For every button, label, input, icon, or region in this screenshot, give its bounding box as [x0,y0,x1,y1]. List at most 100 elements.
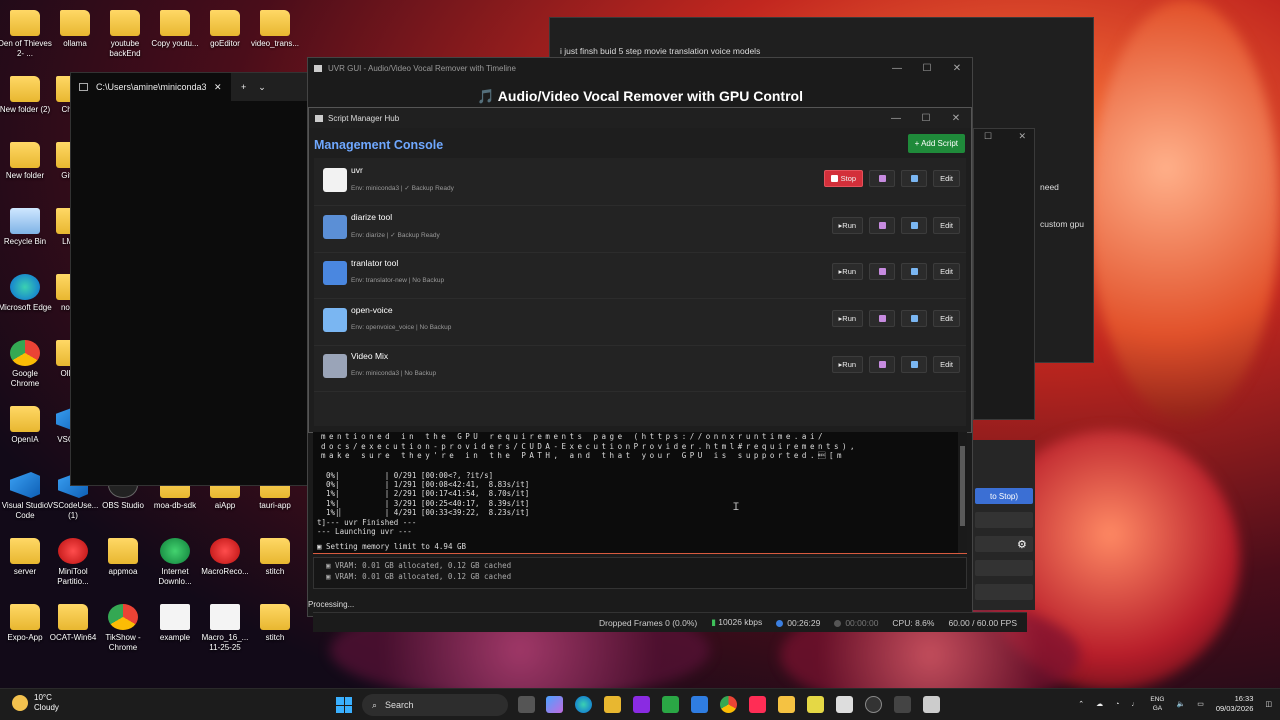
desktop-icon[interactable]: MiniTool Partitio... [45,538,101,587]
stop-recording-button[interactable]: to Stop) [975,488,1033,504]
restore-button[interactable] [901,216,928,234]
obs-icon[interactable] [865,696,882,713]
window-app-icon[interactable] [923,696,940,713]
close-icon[interactable]: ✕ [214,82,222,93]
edit-button[interactable]: Edit [933,216,960,234]
edit-button[interactable]: Edit [933,170,960,187]
desktop-icon[interactable]: goEditor [197,10,253,49]
xbox-icon[interactable] [662,696,679,713]
maximize-button[interactable]: ☐ [912,58,942,78]
obs-control-button[interactable] [975,560,1033,576]
recording-time: 00:26:29 [776,618,820,628]
edge-icon[interactable] [575,696,592,713]
close-button[interactable]: ✕ [942,58,972,78]
maximize-button[interactable]: ☐ [911,108,941,128]
terminal-window[interactable]: C:\Users\amine\miniconda3\ ✕ + ⌄ [70,72,310,486]
console-output[interactable]: mentioned in the GPU requirements page (… [313,432,967,554]
desktop-icon[interactable]: TikShow - Chrome [95,604,151,653]
volume-icon[interactable]: 🔈 [1176,700,1185,708]
add-script-button[interactable]: + Add Script [907,134,965,153]
doc-icon [210,604,240,630]
run-button[interactable]: ▸Run [831,356,864,374]
restore-button[interactable] [901,309,928,327]
uvr-title: UVR GUI - Audio/Video Vocal Remover with… [328,63,516,73]
maximize-icon[interactable]: ☐ [984,131,992,142]
run-button[interactable]: ▸Run [831,216,864,234]
desktop-icon[interactable]: Internet Downlo... [147,538,203,587]
file-explorer-icon[interactable] [778,696,795,713]
terminal-tab[interactable]: C:\Users\amine\miniconda3\ ✕ [71,73,231,101]
desktop-icon[interactable]: MacroReco... [197,538,253,577]
stop-button[interactable]: Stop [823,170,864,187]
notification-icon[interactable]: ◫ [1265,700,1272,708]
start-button[interactable] [336,697,352,713]
minimize-button[interactable]: — [882,58,912,78]
desktop-icon[interactable]: Copy youtu... [147,10,203,49]
close-button[interactable]: ✕ [941,108,971,128]
chevron-down-icon[interactable]: ⌄ [258,82,266,93]
chrome-icon[interactable] [720,696,737,713]
tiktok-icon[interactable] [749,696,766,713]
folder-icon [910,268,918,276]
app-icon[interactable] [633,696,650,713]
obs-control-button[interactable] [975,584,1033,600]
obs-side-panel: ✕ ☐ [973,128,1035,420]
script-env: Env: translator-new | No Backup [351,277,445,285]
vram-line: ▣ VRAM: 0.01 GB allocated, 0.12 GB cache… [326,572,512,581]
script-manager-window[interactable]: Script Manager Hub — ☐ ✕ Management Cons… [308,107,972,433]
desktop-icon[interactable]: OCAT-Win64 [45,604,101,643]
clock[interactable]: 16:33 09/03/2026 [1216,694,1254,714]
app-icon [314,64,322,72]
minimize-button[interactable]: — [881,108,911,128]
search-box[interactable]: ⌕ Search [362,694,508,716]
close-icon[interactable]: ✕ [1018,131,1026,142]
desktop-icon[interactable]: stitch [247,604,303,643]
console-scrollbar[interactable] [958,432,967,553]
run-button[interactable]: ▸Run [831,309,864,327]
cmd-icon[interactable] [894,696,911,713]
restore-button[interactable] [901,170,928,187]
network-icon[interactable]: ☁ [1096,700,1103,708]
scrollbar-thumb[interactable] [960,446,965,526]
chat-side-text: need [1040,182,1059,192]
backup-button[interactable] [869,263,896,281]
desktop-icon[interactable]: ollama [47,10,103,49]
script-manager-title: Script Manager Hub [328,113,400,123]
folder-icon [910,314,918,322]
desktop-icon[interactable]: example [147,604,203,643]
new-tab-button[interactable]: + [241,82,246,92]
clock-time: 16:33 [1234,694,1254,703]
desktop-icon[interactable]: youtube backEnd [97,10,153,59]
terminal-app-icon[interactable] [836,696,853,713]
chevron-up-icon[interactable]: ⌃ [1078,700,1084,708]
wifi-icon[interactable]: ◔ [1115,701,1119,708]
copilot-icon[interactable] [546,696,563,713]
gear-icon[interactable]: ⚙ [1017,538,1027,551]
battery-icon[interactable]: ▭ [1197,700,1204,708]
desktop-icon[interactable]: video_trans... [247,10,303,49]
edit-button[interactable]: Edit [933,309,960,327]
desktop-icon[interactable]: appmoa [95,538,151,577]
sticky-notes-icon[interactable] [807,696,824,713]
backup-button[interactable] [869,356,896,374]
restore-button[interactable] [901,263,928,281]
backup-button[interactable] [869,170,896,187]
desktop-icon[interactable]: Den of Thieves 2- ... [0,10,53,59]
desktop-icon-label: Den of Thieves 2- ... [0,39,52,58]
outlook-icon[interactable] [691,696,708,713]
restore-button[interactable] [901,356,928,374]
mic-icon[interactable]: ♩ [1131,701,1138,708]
edit-button[interactable]: Edit [933,263,960,281]
desktop-icon[interactable]: Macro_16_... 11-25-25 [197,604,253,653]
backup-button[interactable] [869,216,896,234]
language-indicator[interactable]: ENG GA [1150,695,1164,713]
desktop-icon[interactable]: stitch [247,538,303,577]
weather-widget[interactable]: 10°C Cloudy [12,693,59,713]
obs-control-button[interactable] [975,512,1033,528]
edit-button[interactable]: Edit [933,356,960,374]
task-view-icon[interactable] [518,696,535,713]
run-button[interactable]: ▸Run [831,263,864,281]
backup-button[interactable] [869,309,896,327]
store-icon[interactable] [604,696,621,713]
action-label: ▸Run [838,220,857,230]
